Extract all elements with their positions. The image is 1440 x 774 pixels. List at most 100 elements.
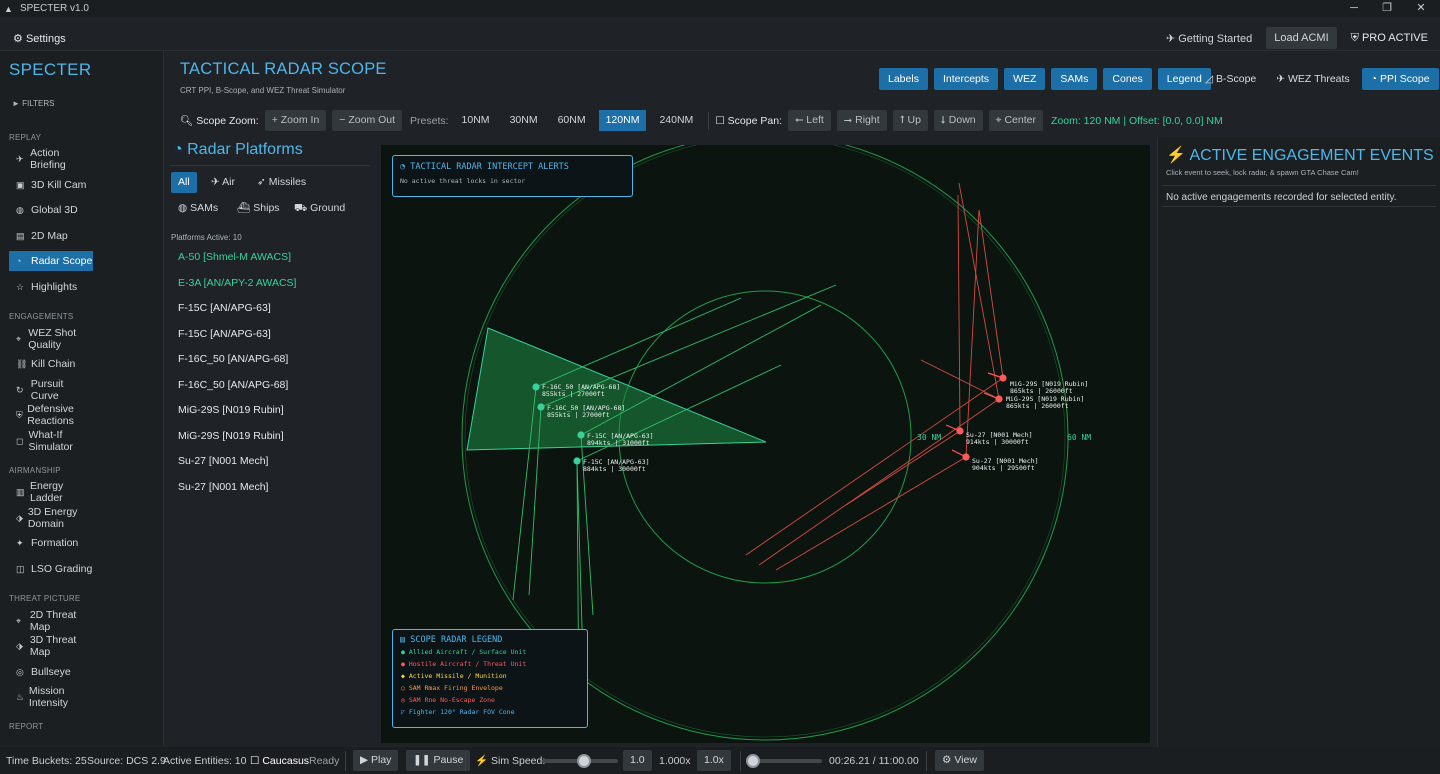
platform-list-item[interactable]: E-3A [AN/APY-2 AWACS] xyxy=(178,277,296,289)
zoom-out-button[interactable]: − Zoom Out xyxy=(332,110,403,131)
load-acmi-button[interactable]: Load ACMI xyxy=(1266,27,1337,49)
tab-b-scope[interactable]: ◿ B-Scope xyxy=(1197,68,1264,90)
sidebar-item-radar-scope[interactable]: ◔ Radar Scope xyxy=(9,251,93,271)
sidebar-item-3d-energy-domain[interactable]: ⬗ 3D Energy Domain xyxy=(9,506,93,530)
sidebar-item-action-briefing[interactable]: ✈ Action Briefing xyxy=(9,147,93,171)
toggle-cones[interactable]: Cones xyxy=(1103,68,1152,90)
filters-toggle[interactable]: ► FILTERS xyxy=(12,99,54,108)
platform-list-item[interactable]: F-15C [AN/APG-63] xyxy=(178,328,271,340)
pan-down-button[interactable]: ⭣ Down xyxy=(933,110,983,131)
pan-right-button[interactable]: ⭢ Right xyxy=(836,110,887,131)
preset-30nm[interactable]: 30NM xyxy=(503,110,545,131)
sim-speed-reset[interactable]: 1.0x xyxy=(697,750,731,771)
radar-scope[interactable]: F-16C_50 [AN/APG-68] 855kts | 27000ft F-16… xyxy=(381,145,1150,743)
minimize-button[interactable]: ─ xyxy=(1339,0,1369,17)
sidebar-item-3d-threat-map[interactable]: ⬗ 3D Threat Map xyxy=(9,634,93,658)
preset-60nm[interactable]: 60NM xyxy=(551,110,593,131)
engagement-title-text: ACTIVE ENGAGEMENT EVENTS xyxy=(1189,147,1434,164)
hostile-contact-marker[interactable] xyxy=(999,374,1007,382)
filter-ships[interactable]: ⛴ Ships xyxy=(230,198,287,219)
getting-started-button[interactable]: ✈ Getting Started xyxy=(1158,27,1260,50)
pro-active-badge[interactable]: ⛨ PRO ACTIVE xyxy=(1343,27,1436,50)
sidebar-item-3d-kill-cam[interactable]: ▣ 3D Kill Cam xyxy=(9,175,93,195)
close-button[interactable]: ✕ xyxy=(1406,0,1436,17)
sidebar-item-label: Formation xyxy=(31,537,79,549)
pan-left-button[interactable]: ⭠ Left xyxy=(787,110,831,131)
toggle-intercepts[interactable]: Intercepts xyxy=(933,68,999,90)
defensive-reactions-icon: ⛨ xyxy=(16,409,23,420)
global-3d-icon: ◍ xyxy=(16,204,24,215)
settings-menu[interactable]: ⚙ Settings xyxy=(13,32,66,45)
sim-speed-knob[interactable] xyxy=(576,754,591,768)
platform-list-item[interactable]: MiG-29S [N019 Rubin] xyxy=(178,430,284,442)
timeline-knob[interactable] xyxy=(745,754,760,768)
ally-contact-marker[interactable] xyxy=(573,457,581,465)
lso-grading-icon: ◫ xyxy=(16,563,25,574)
toggle-labels[interactable]: Labels xyxy=(879,68,928,90)
legend-title: ▤ SCOPE RADAR LEGEND xyxy=(400,635,502,645)
sidebar-item-highlights[interactable]: ☆ Highlights xyxy=(9,277,93,297)
presets-label: Presets: xyxy=(410,114,449,127)
toggle-sams[interactable]: SAMs xyxy=(1051,68,1098,90)
platform-list-item[interactable]: F-15C [AN/APG-63] xyxy=(178,302,271,314)
hostile-contact-marker[interactable] xyxy=(962,453,970,461)
pan-center-button[interactable]: ⌖ Center xyxy=(988,110,1043,131)
title-bar: ▲ SPECTER v1.0 ─ ❐ ✕ xyxy=(0,0,1440,17)
sidebar-item-global-3d[interactable]: ◍ Global 3D xyxy=(9,200,93,220)
filter-ground[interactable]: ⛟ Ground xyxy=(287,198,352,219)
filter-all[interactable]: All xyxy=(171,172,197,193)
platform-list-item[interactable]: MiG-29S [N019 Rubin] xyxy=(178,404,284,416)
sidebar-item-energy-ladder[interactable]: ▥ Energy Ladder xyxy=(9,480,93,504)
sidebar-item-pursuit-curve[interactable]: ↻ Pursuit Curve xyxy=(9,378,93,402)
hostile-contact-marker[interactable] xyxy=(995,395,1003,403)
map-selector[interactable]: ☐ Caucasus xyxy=(250,755,309,767)
sidebar-item-2d-map[interactable]: ▤ 2D Map xyxy=(9,226,93,246)
legend-icon: ▤ xyxy=(400,635,406,645)
section-replay: REPLAY xyxy=(9,133,42,142)
preset-240nm[interactable]: 240NM xyxy=(652,110,700,131)
sidebar-item-mission-intensity[interactable]: ♨ Mission Intensity xyxy=(9,685,93,709)
platform-list-item[interactable]: A-50 [Shmel-M AWACS] xyxy=(178,251,291,263)
platform-list-item[interactable]: F-16C_50 [AN/APG-68] xyxy=(178,353,288,365)
platform-list-item[interactable]: Su-27 [N001 Mech] xyxy=(178,481,268,493)
sim-speed-input[interactable]: 1.0 xyxy=(623,750,652,771)
sidebar-item-what-if-simulator[interactable]: ◻ What-If Simulator xyxy=(9,429,93,453)
radar-icon: ◔ xyxy=(1370,73,1378,85)
filter-air[interactable]: ✈ Air xyxy=(204,172,242,193)
maximize-button[interactable]: ❐ xyxy=(1372,0,1402,17)
filter-sams[interactable]: ◍ SAMs xyxy=(171,198,225,219)
contact-info: 904kts | 29500ft xyxy=(972,464,1035,472)
sidebar-item-label: Pursuit Curve xyxy=(30,378,64,402)
filter-missiles[interactable]: ➶ Missiles xyxy=(250,172,313,193)
sidebar-item-wez-shot-quality[interactable]: ⌖ WEZ Shot Quality xyxy=(9,327,93,351)
ring-label-60nm: 60 NM xyxy=(1067,433,1091,442)
alerts-title-text: TACTICAL RADAR INTERCEPT ALERTS xyxy=(410,162,569,172)
legend-title-text: SCOPE RADAR LEGEND xyxy=(410,635,503,645)
pan-up-button[interactable]: ⭡ Up xyxy=(892,110,928,131)
tab-wez-threats[interactable]: ✈ WEZ Threats xyxy=(1268,68,1357,90)
sidebar-item-label: 3D Energy Domain xyxy=(27,506,78,530)
ally-contact-marker[interactable] xyxy=(577,431,585,439)
sidebar-item-kill-chain[interactable]: ⛓ Kill Chain xyxy=(9,354,93,374)
pause-button[interactable]: ❚❚ Pause xyxy=(406,750,471,771)
sidebar-item-bullseye[interactable]: ◎ Bullseye xyxy=(9,662,93,682)
sidebar-item-defensive-reactions[interactable]: ⛨ Defensive Reactions xyxy=(9,403,93,427)
preset-120nm[interactable]: 120NM xyxy=(598,110,647,131)
view-button[interactable]: ⚙ View xyxy=(935,750,984,771)
hostile-contact-marker[interactable] xyxy=(956,427,964,435)
sidebar-item-2d-threat-map[interactable]: ⌖ 2D Threat Map xyxy=(9,609,93,633)
platform-list-item[interactable]: F-16C_50 [AN/APG-68] xyxy=(178,379,288,391)
ally-contact-marker[interactable] xyxy=(537,403,545,411)
play-button[interactable]: ▶ Play xyxy=(353,750,399,771)
sidebar-item-formation[interactable]: ✦ Formation xyxy=(9,533,93,553)
ally-contact-marker[interactable] xyxy=(532,383,540,391)
zoom-in-button[interactable]: + Zoom In xyxy=(264,110,327,131)
toggle-wez[interactable]: WEZ xyxy=(1004,68,1046,90)
timeline-slider[interactable] xyxy=(745,754,822,768)
sim-speed-slider[interactable] xyxy=(542,754,618,768)
sidebar-item-lso-grading[interactable]: ◫ LSO Grading xyxy=(9,559,93,579)
tab-ppi-scope[interactable]: ◔ PPI Scope xyxy=(1361,68,1439,90)
preset-10nm[interactable]: 10NM xyxy=(455,110,497,131)
section-airmanship: AIRMANSHIP xyxy=(9,466,61,475)
platform-list-item[interactable]: Su-27 [N001 Mech] xyxy=(178,455,268,467)
